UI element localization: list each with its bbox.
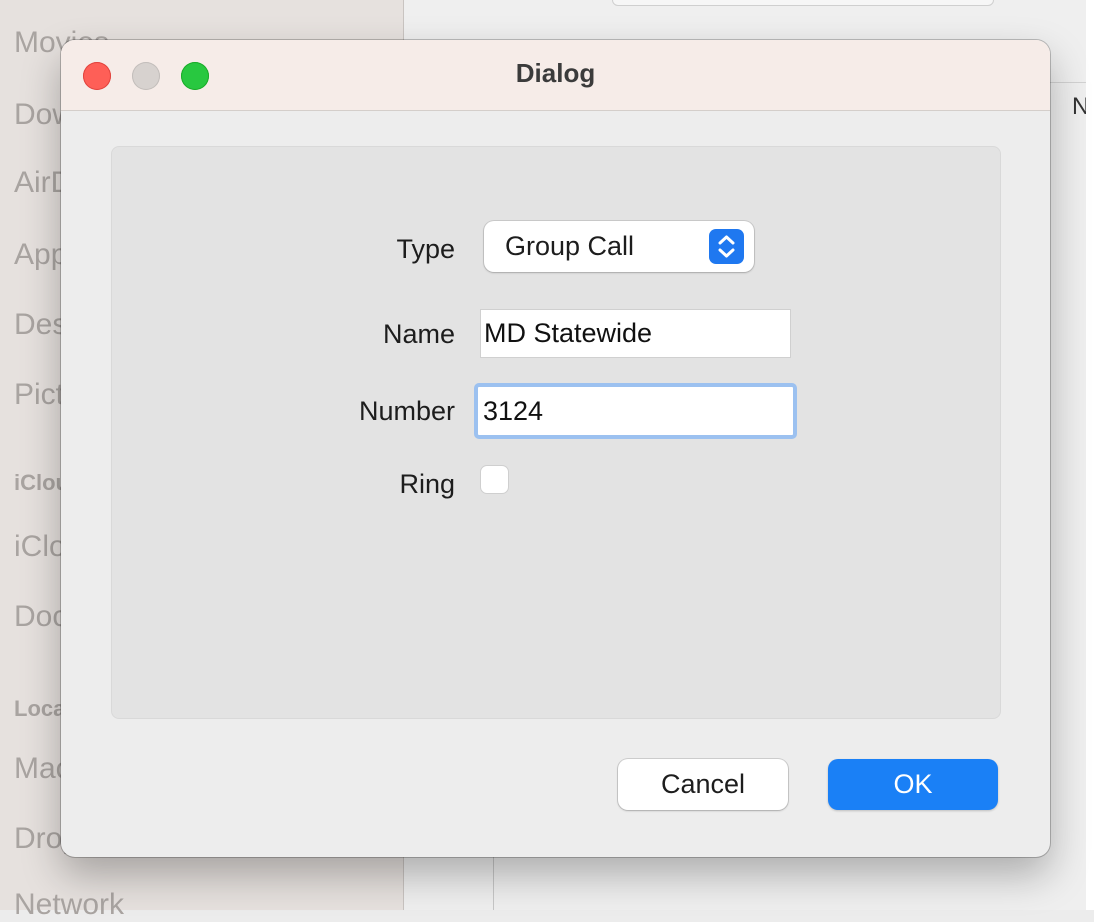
number-label: Number [358, 396, 455, 426]
dialog-window: Dialog Type Group Call Name Number Ring … [61, 40, 1050, 857]
type-select-value: Group Call [505, 231, 635, 261]
name-field[interactable] [480, 309, 791, 358]
type-select[interactable]: Group Call [484, 221, 754, 272]
ring-label: Ring [399, 469, 455, 499]
ok-button[interactable]: OK [828, 759, 998, 810]
dialog-titlebar[interactable]: Dialog [61, 40, 1050, 111]
name-label: Name [382, 319, 455, 349]
up-down-chevron-icon [709, 229, 744, 264]
ring-checkbox[interactable] [480, 465, 509, 494]
background-toolbar-field [612, 0, 994, 6]
type-label: Type [396, 234, 455, 264]
sidebar-item-network[interactable]: Network [14, 888, 124, 922]
number-field[interactable] [474, 383, 797, 439]
background-edge [1086, 0, 1094, 910]
dialog-title: Dialog [515, 58, 596, 88]
cancel-button[interactable]: Cancel [618, 759, 788, 810]
